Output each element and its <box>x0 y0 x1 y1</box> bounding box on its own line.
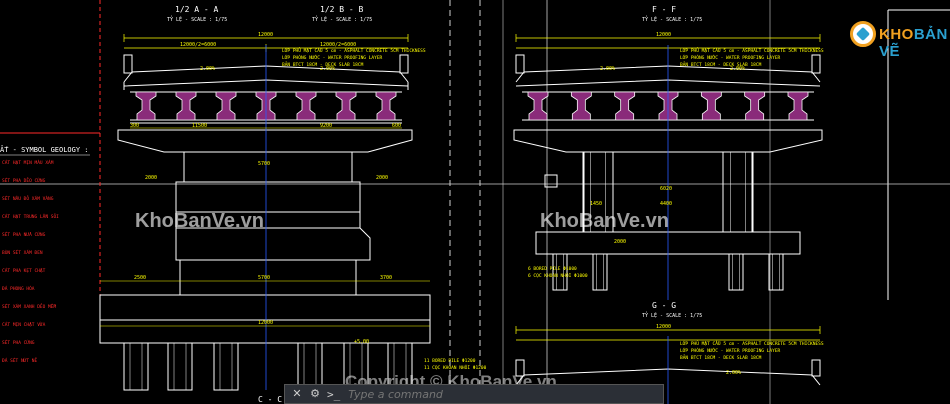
gg-slope: 2.00% <box>726 370 741 376</box>
title-ff: F - F <box>652 5 676 14</box>
scale-gg: TỶ LỆ - SCALE : 1/75 <box>642 311 702 319</box>
watermark-left: KhoBanVe.vn <box>135 210 264 232</box>
legend-line: SÉT PHA CỨNG <box>2 338 35 346</box>
legend-line: SÉT NÂU ĐỎ XÁM VÀNG <box>2 194 54 202</box>
pile <box>728 253 744 291</box>
cad-drawing-viewport[interactable]: 1/2 A - A TỶ LỆ - SCALE : 1/75 1/2 B - B… <box>0 0 950 404</box>
pile-note-1: 11 BORED PILE Φ1200 <box>424 358 476 364</box>
scale-bb: TỶ LỆ - SCALE : 1/75 <box>312 15 372 23</box>
girder-section <box>135 91 157 121</box>
scale-ff: TỶ LỆ - SCALE : 1/75 <box>642 15 702 23</box>
pile <box>213 342 239 391</box>
slope-bb: 2.00% <box>320 66 335 72</box>
layer-note-2: LỚP PHÒNG NƯỚC - WATER PROOFING LAYER <box>282 54 383 61</box>
ff-dim-4: 1450 <box>590 201 602 207</box>
command-prompt-icon: >_ <box>327 387 341 401</box>
deck-dim-4: 600 <box>392 123 401 129</box>
pier-dim-3: 2000 <box>376 175 388 181</box>
girder-section <box>295 91 317 121</box>
gg-layer-note-3: BẢN BTCT 18CM - DECK SLAB 18CM <box>680 353 762 361</box>
legend-line: CÁT MỊN CHẶT VỪA <box>2 321 46 328</box>
legend-line: SÉT XÁM XANH DẺO MỀM <box>2 302 56 310</box>
pile <box>297 342 323 391</box>
legend-line: ĐÁ PHONG HÓA <box>2 285 35 292</box>
deck-dim-3: 300 <box>130 123 139 129</box>
girder-section <box>175 91 197 121</box>
slope-aa: 2.00% <box>200 66 215 72</box>
pile <box>592 253 608 291</box>
pile <box>167 342 193 391</box>
ff-dim-1: 6020 <box>660 186 672 192</box>
title-bb: 1/2 B - B <box>320 5 364 14</box>
ff-slope-1: 2.00% <box>600 66 615 72</box>
dim-aa-half: 12000/2=6000 <box>180 42 216 48</box>
ff-dim-2: 2000 <box>614 239 626 245</box>
section-ff: F - F TỶ LỆ - SCALE : 1/75 12000 LỚP PHỦ… <box>513 5 824 300</box>
dim-ff-total: 12000 <box>656 32 671 38</box>
pile-note-ff-1: 6 BORED PILE Φ1000 <box>528 266 577 272</box>
command-input[interactable] <box>346 386 657 402</box>
pile <box>768 253 784 291</box>
legend-line: ĐÁ SÉT NỨT NẺ <box>2 356 38 364</box>
legend-line: SÉT PHA NỬA CỨNG <box>2 230 46 238</box>
pier-dim-1: 2000 <box>145 175 157 181</box>
ff-layer-note-1: LỚP PHỦ MẶT CẦU 5 cm - ASPHALT CONCRETE … <box>680 46 824 54</box>
girder-section <box>527 91 549 121</box>
khobanve-logo: KHOBẢN VẼ <box>848 18 947 60</box>
girder-section <box>744 91 766 121</box>
close-icon[interactable]: ✕ <box>291 388 303 400</box>
dim-bb-half: 12000/2=6000 <box>320 42 356 48</box>
pile <box>552 253 568 291</box>
girder-section <box>375 91 397 121</box>
title-aa: 1/2 A - A <box>175 5 219 14</box>
pile-note-ff-2: 6 CỌC KHOAN NHỒI Φ1000 <box>528 272 588 279</box>
legend-title: ẤT - SYMBOL GEOLOGY : <box>0 145 89 154</box>
girder-section <box>570 91 592 121</box>
girder-section <box>335 91 357 121</box>
pier-dim-4: 5700 <box>258 275 270 281</box>
logo-text: KHOBẢN VẼ <box>879 26 948 60</box>
dim-gg-total: 12000 <box>656 324 671 330</box>
settings-icon[interactable]: ⚙ <box>309 388 321 400</box>
girder-section <box>215 91 237 121</box>
pier-dim-6: 2500 <box>134 275 146 281</box>
girder-section <box>700 91 722 121</box>
section-aa-bb: 1/2 A - A TỶ LỆ - SCALE : 1/75 1/2 B - B… <box>99 5 487 404</box>
deck-dim-2: 9200 <box>320 123 332 129</box>
geology-legend: ẤT - SYMBOL GEOLOGY : CÁT HẠT MỊN MÀU XÁ… <box>0 145 90 364</box>
pier-dim-7: 3700 <box>380 275 392 281</box>
logo-icon <box>850 21 876 47</box>
ff-dim-3: 4400 <box>660 201 672 207</box>
title-cc: C - C <box>258 395 282 404</box>
ff-slope-2: 2.00% <box>730 66 745 72</box>
gg-layer-note-2: LỚP PHÒNG NƯỚC - WATER PROOFING LAYER <box>680 347 781 354</box>
pier-dim-2: 5700 <box>258 161 270 167</box>
legend-line: SÉT PHA DẺO CỨNG <box>2 176 46 184</box>
level-mark-aa: +5.00 <box>354 339 369 345</box>
pile <box>123 342 149 391</box>
command-line-bar[interactable]: ✕ ⚙ >_ <box>284 384 664 404</box>
deck-dim-1: 11500 <box>192 123 207 129</box>
legend-line: CÁT HẠT MỊN MÀU XÁM <box>2 159 54 166</box>
dim-aa-total: 12000 <box>258 32 273 38</box>
legend-line: CÁT PHA KẸT CHẶT <box>2 267 46 274</box>
scale-aa: TỶ LỆ - SCALE : 1/75 <box>167 15 227 23</box>
girder-section <box>614 91 636 121</box>
title-gg: G - G <box>652 301 676 310</box>
gg-layer-note-1: LỚP PHỦ MẶT CẦU 5 cm - ASPHALT CONCRETE … <box>680 339 824 347</box>
watermark-right: KhoBanVe.vn <box>540 210 669 232</box>
legend-line: BÙN SÉT XÁM ĐEN <box>2 248 43 256</box>
pile-note-2: 11 CỌC KHOAN NHỒI Φ1200 <box>424 364 487 371</box>
girder-section <box>787 91 809 121</box>
pile <box>722 151 754 233</box>
legend-line: CÁT HẠT TRUNG LẪN SỎI <box>2 212 59 220</box>
ff-layer-note-2: LỚP PHÒNG NƯỚC - WATER PROOFING LAYER <box>680 54 781 61</box>
cad-drawing-canvas[interactable]: 1/2 A - A TỶ LỆ - SCALE : 1/75 1/2 B - B… <box>0 0 950 404</box>
pier-dim-5: 12000 <box>258 320 273 326</box>
